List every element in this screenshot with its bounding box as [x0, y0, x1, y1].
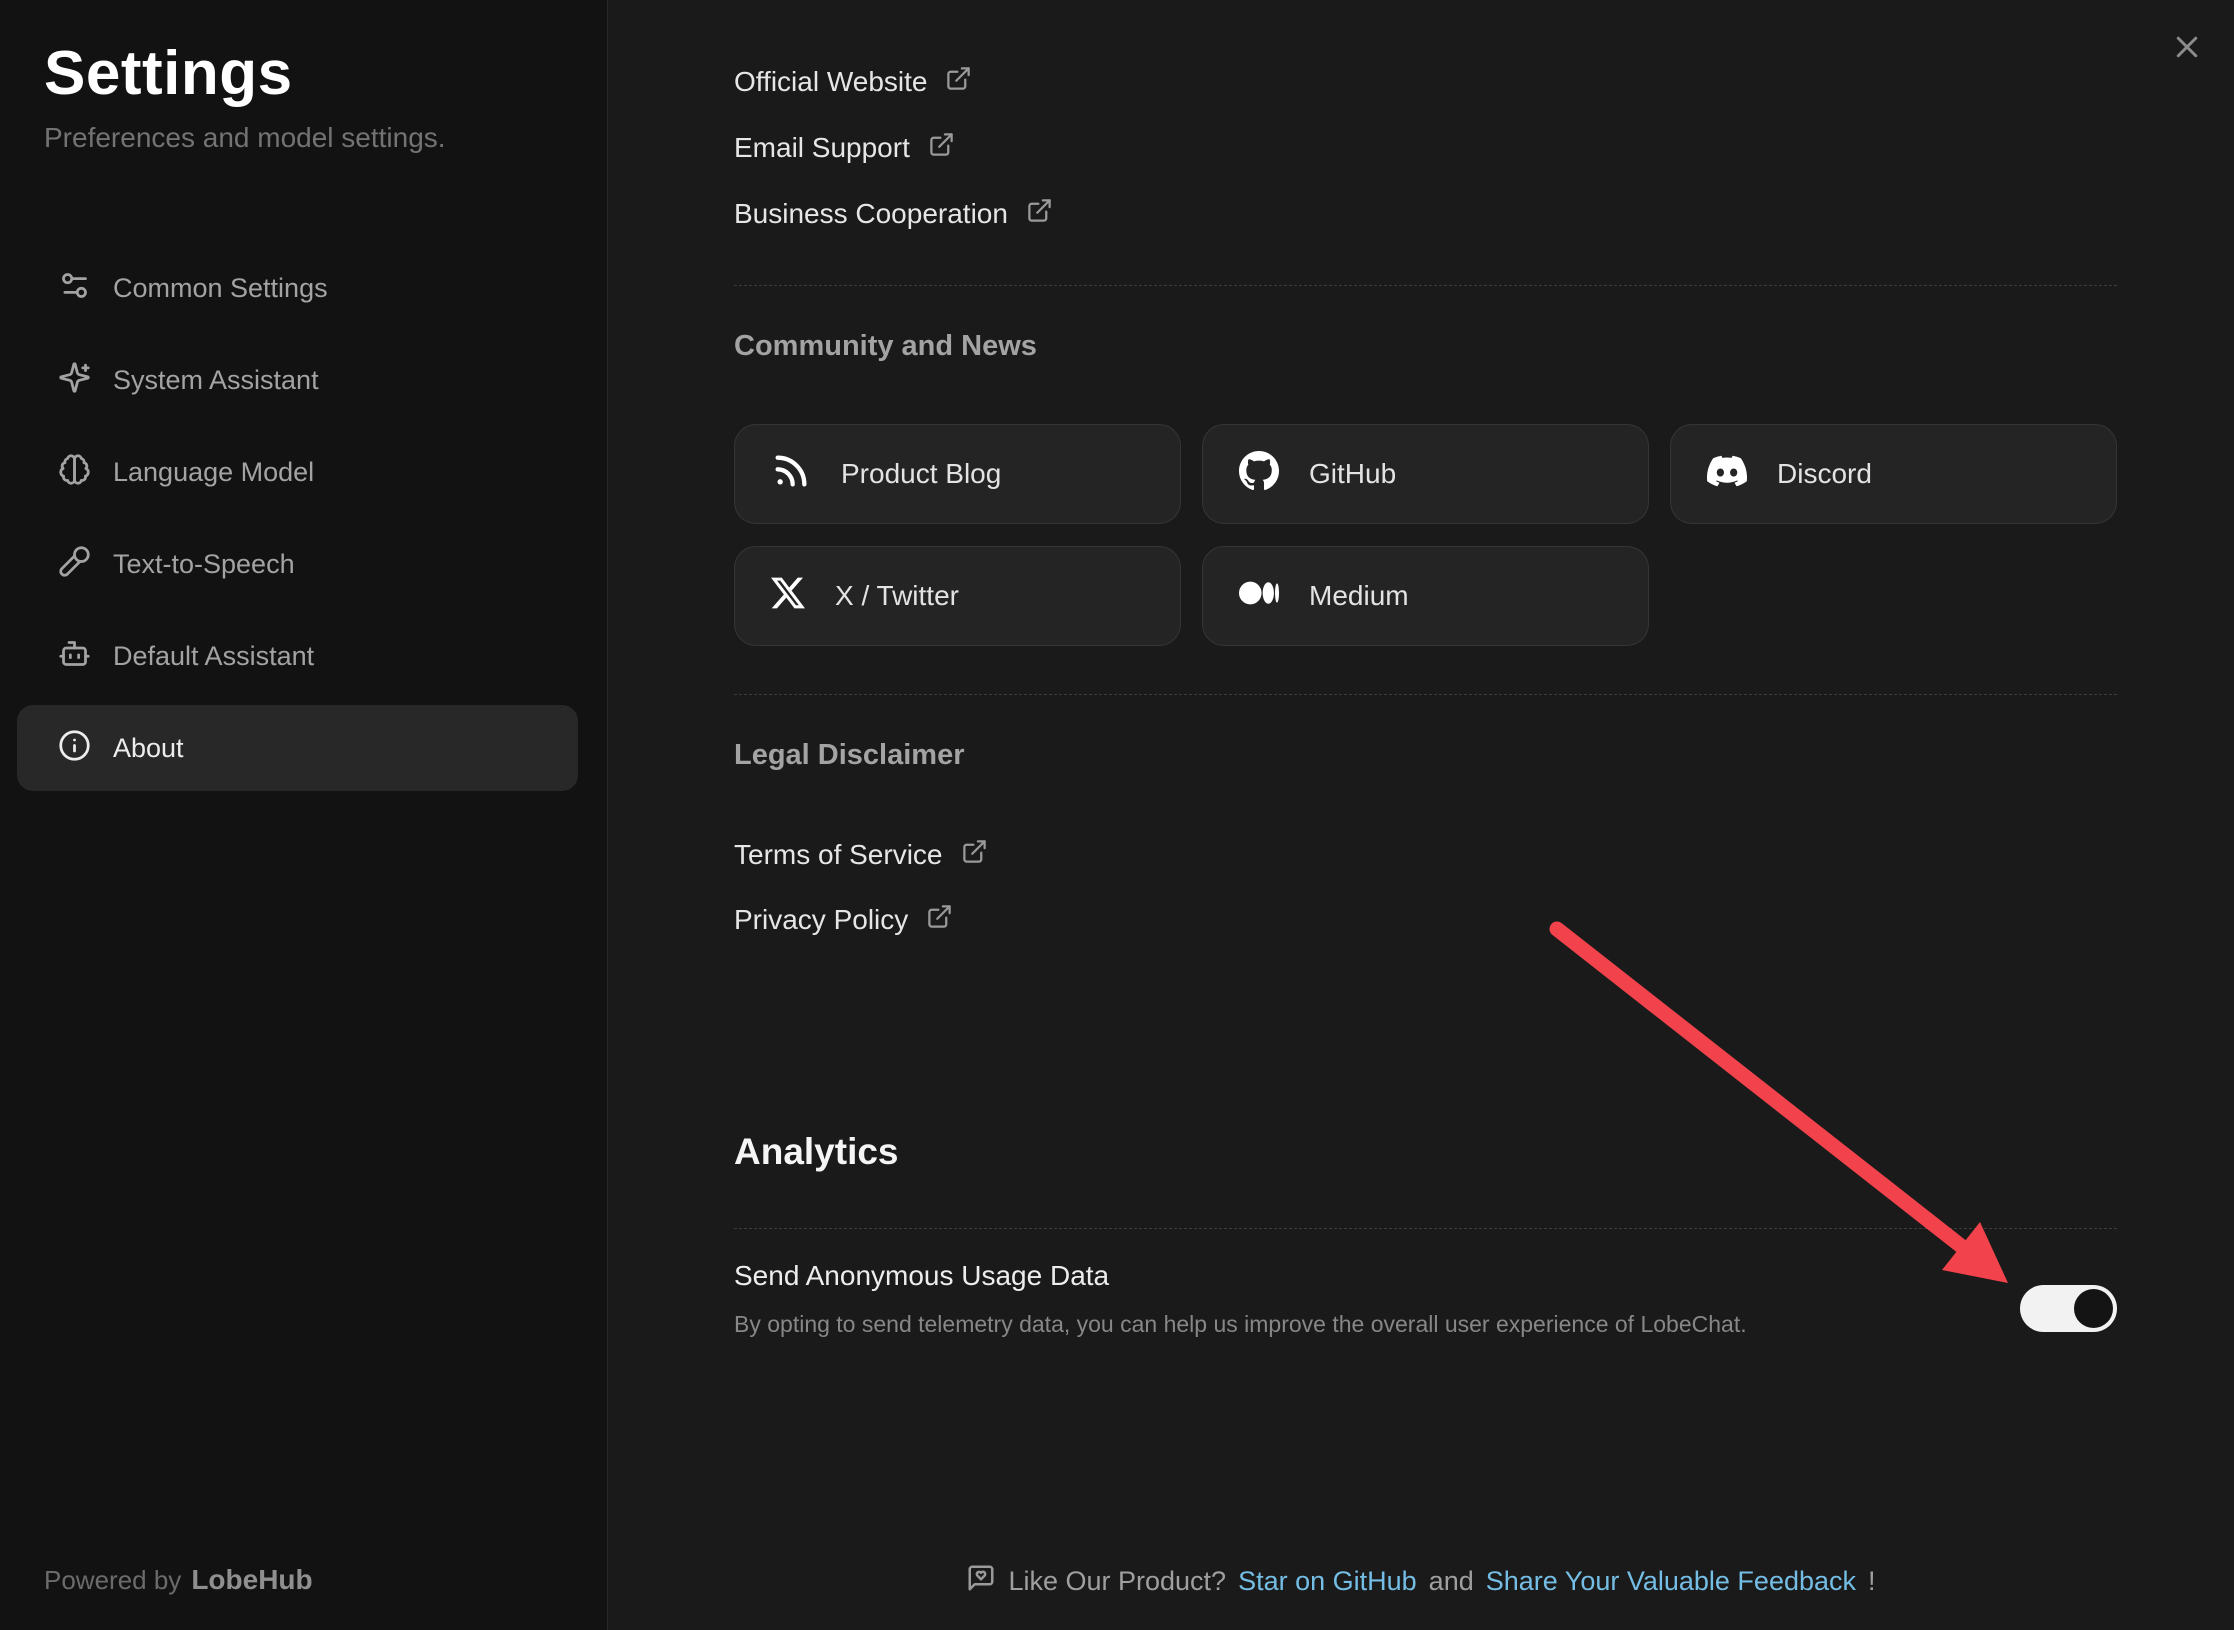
external-link-icon [926, 903, 953, 937]
section-divider [734, 285, 2117, 286]
sidebar-item-label: Language Model [113, 457, 314, 488]
link-label: Terms of Service [734, 839, 943, 871]
external-link-icon [928, 131, 955, 165]
about-settings-panel: Contact Us Official Website Email Suppor… [608, 0, 2234, 1630]
section-divider [734, 1228, 2117, 1229]
mic-icon [58, 545, 91, 583]
discord-icon [1707, 451, 1747, 498]
settings-nav: Common Settings System Assistant Languag… [17, 245, 578, 797]
section-title-community: Community and News [734, 330, 1037, 363]
sparkles-icon [58, 361, 91, 399]
privacy-policy-link[interactable]: Privacy Policy [734, 898, 953, 942]
official-website-link[interactable]: Official Website [734, 60, 972, 104]
page-subtitle: Preferences and model settings. [44, 122, 446, 154]
message-square-heart-icon [966, 1563, 996, 1600]
sidebar-item-label: System Assistant [113, 365, 319, 396]
discord-button[interactable]: Discord [1670, 424, 2117, 524]
external-link-icon [945, 65, 972, 99]
footer-middle: and [1429, 1566, 1474, 1597]
sidebar-item-common-settings[interactable]: Common Settings [17, 245, 578, 331]
community-buttons-grid: Product Blog GitHub Discord X / Twitter … [734, 424, 2117, 646]
footer-prefix: Like Our Product? [1008, 1566, 1226, 1597]
sidebar-item-language-model[interactable]: Language Model [17, 429, 578, 515]
bot-icon [58, 637, 91, 675]
business-cooperation-link[interactable]: Business Cooperation [734, 192, 1053, 236]
send-usage-data-description: By opting to send telemetry data, you ca… [734, 1311, 1747, 1338]
send-usage-toggle[interactable] [2020, 1285, 2117, 1332]
sidebar-item-default-assistant[interactable]: Default Assistant [17, 613, 578, 699]
sidebar-item-label: Text-to-Speech [113, 549, 295, 580]
sidebar-item-label: Default Assistant [113, 641, 314, 672]
close-icon [2172, 32, 2202, 65]
sidebar-item-system-assistant[interactable]: System Assistant [17, 337, 578, 423]
brain-icon [58, 453, 91, 491]
button-label: Product Blog [841, 458, 1001, 490]
sliders-icon [58, 269, 91, 307]
link-label: Privacy Policy [734, 904, 908, 936]
external-link-icon [961, 838, 988, 872]
footer-suffix: ! [1868, 1566, 1876, 1597]
section-title-analytics: Analytics [734, 1131, 899, 1173]
section-title-contact-us: Contact Us [734, 0, 892, 4]
page-title: Settings [44, 38, 293, 109]
external-link-icon [1026, 197, 1053, 231]
section-divider [734, 694, 2117, 695]
medium-icon [1239, 573, 1279, 620]
x-twitter-button[interactable]: X / Twitter [734, 546, 1181, 646]
settings-sidebar: Settings Preferences and model settings.… [0, 0, 608, 1630]
sidebar-item-about[interactable]: About [17, 705, 578, 791]
sidebar-item-label: Common Settings [113, 273, 328, 304]
medium-button[interactable]: Medium [1202, 546, 1649, 646]
lobehub-brand[interactable]: LobeHub [191, 1564, 312, 1595]
powered-by-prefix: Powered by [44, 1565, 181, 1595]
github-icon [1239, 451, 1279, 498]
github-button[interactable]: GitHub [1202, 424, 1649, 524]
sidebar-item-label: About [113, 733, 184, 764]
info-icon [58, 729, 91, 767]
feedback-footer: Like Our Product? Star on GitHub and Sha… [608, 1556, 2234, 1606]
star-on-github-link[interactable]: Star on GitHub [1238, 1566, 1417, 1597]
product-blog-button[interactable]: Product Blog [734, 424, 1181, 524]
toggle-knob [2074, 1289, 2113, 1328]
share-feedback-link[interactable]: Share Your Valuable Feedback [1486, 1566, 1856, 1597]
button-label: Discord [1777, 458, 1872, 490]
button-label: Medium [1309, 580, 1409, 612]
x-icon [771, 576, 805, 617]
link-label: Business Cooperation [734, 198, 1008, 230]
rss-icon [771, 451, 811, 498]
send-usage-data-label: Send Anonymous Usage Data [734, 1260, 1109, 1292]
link-label: Official Website [734, 66, 927, 98]
sidebar-item-text-to-speech[interactable]: Text-to-Speech [17, 521, 578, 607]
email-support-link[interactable]: Email Support [734, 126, 955, 170]
section-title-legal: Legal Disclaimer [734, 739, 965, 772]
button-label: GitHub [1309, 458, 1396, 490]
terms-of-service-link[interactable]: Terms of Service [734, 833, 988, 877]
link-label: Email Support [734, 132, 910, 164]
powered-by: Powered by LobeHub [44, 1564, 313, 1596]
button-label: X / Twitter [835, 580, 959, 612]
close-button[interactable] [2167, 28, 2207, 68]
